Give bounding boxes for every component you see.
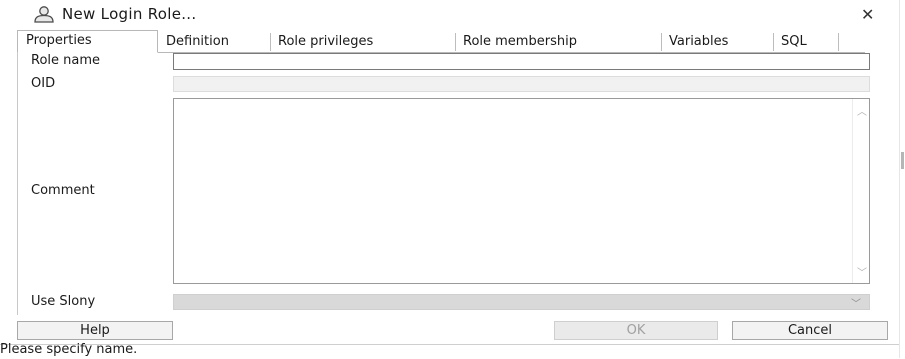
- panel-border: [17, 52, 18, 315]
- role-name-input[interactable]: [173, 53, 870, 70]
- close-icon[interactable]: ✕: [861, 5, 874, 24]
- window-title: New Login Role...: [62, 5, 197, 23]
- tab-variables[interactable]: Variables: [663, 33, 774, 51]
- scroll-down-icon[interactable]: ﹀: [857, 264, 867, 279]
- tab-bar: Properties Definition Role privileges Ro…: [17, 30, 865, 53]
- comment-scrollbar[interactable]: ︿ ﹀: [852, 99, 869, 283]
- oid-label: OID: [31, 76, 56, 91]
- tab-definition[interactable]: Definition: [160, 33, 271, 51]
- status-bar: Please specify name.: [0, 342, 900, 359]
- use-slony-select: ﹀: [173, 294, 870, 310]
- tab-sql[interactable]: SQL: [775, 33, 839, 51]
- help-button[interactable]: Help: [17, 321, 173, 340]
- chevron-down-icon: ﹀: [851, 299, 861, 310]
- ok-button[interactable]: OK: [554, 321, 718, 340]
- oid-field: [173, 76, 870, 92]
- comment-label: Comment: [31, 183, 95, 198]
- tab-role-membership[interactable]: Role membership: [457, 33, 662, 51]
- status-message: Please specify name.: [0, 342, 138, 357]
- comment-textarea[interactable]: ︿ ﹀: [173, 98, 870, 284]
- tab-properties[interactable]: Properties: [17, 30, 158, 53]
- user-icon: [33, 5, 55, 23]
- resize-handle[interactable]: [901, 152, 904, 169]
- tab-role-privileges[interactable]: Role privileges: [272, 33, 456, 51]
- window-edge: [899, 0, 900, 358]
- role-name-label: Role name: [31, 53, 101, 68]
- use-slony-label: Use Slony: [31, 294, 96, 309]
- cancel-button[interactable]: Cancel: [732, 321, 888, 340]
- title-bar: New Login Role... ✕: [0, 0, 900, 28]
- scroll-up-icon[interactable]: ︿: [857, 103, 867, 118]
